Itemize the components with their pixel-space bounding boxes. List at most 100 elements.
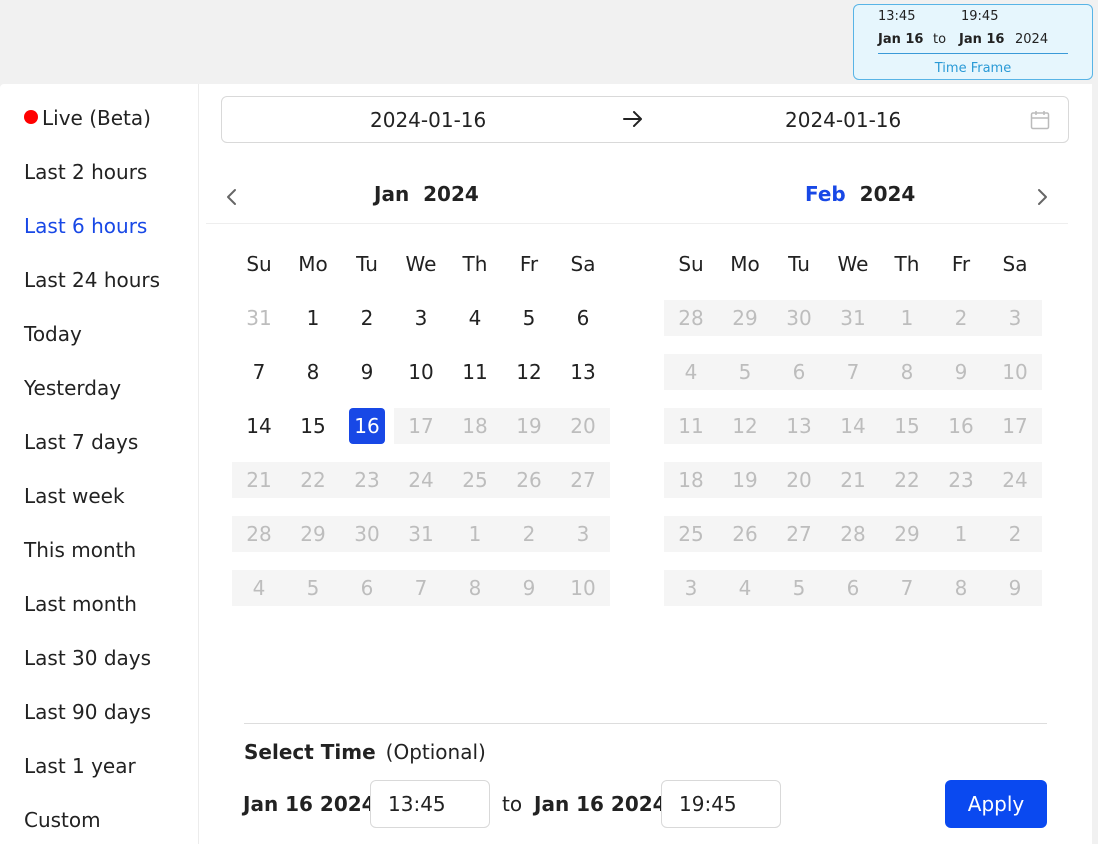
start-time-input[interactable]	[370, 780, 490, 828]
calendar-day[interactable]: 5	[502, 300, 556, 336]
chip-start-time: 13:45	[878, 9, 916, 24]
calendar-icon[interactable]	[1030, 110, 1050, 134]
calendar-day: 8	[880, 354, 934, 390]
calendar-day[interactable]: 11	[448, 354, 502, 390]
calendar-day[interactable]: 15	[286, 408, 340, 444]
weekday-header: Th	[462, 252, 488, 276]
calendar-day[interactable]: 3	[394, 300, 448, 336]
calendar-day: 20	[556, 408, 610, 444]
calendar-day: 6	[772, 354, 826, 390]
end-time-input[interactable]	[661, 780, 781, 828]
calendar-day: 18	[448, 408, 502, 444]
calendar-day: 23	[340, 462, 394, 498]
calendar-day[interactable]: 1	[286, 300, 340, 336]
select-time-title: Select Time	[244, 740, 376, 764]
apply-button[interactable]: Apply	[945, 780, 1047, 828]
range-end-date[interactable]: 2024-01-16	[785, 108, 901, 132]
sidebar-item-today[interactable]: Today	[24, 322, 82, 346]
sidebar-item-this-month[interactable]: This month	[24, 538, 136, 562]
left-month-name[interactable]: Jan	[374, 182, 409, 206]
calendar-day[interactable]: 12	[502, 354, 556, 390]
calendar-day: 7	[826, 354, 880, 390]
calendar-day[interactable]: 13	[556, 354, 610, 390]
calendar-day[interactable]: 10	[394, 354, 448, 390]
calendar-day: 6	[826, 570, 880, 606]
calendar-day: 18	[664, 462, 718, 498]
calendar-day: 29	[286, 516, 340, 552]
calendar-day[interactable]: 7	[232, 354, 286, 390]
calendar-day: 5	[286, 570, 340, 606]
calendar-day: 16	[934, 408, 988, 444]
sidebar-item-label: This month	[24, 538, 137, 562]
weekday-header: We	[837, 252, 869, 276]
weekday-header: Mo	[298, 252, 328, 276]
sidebar-item-label: Last month	[24, 592, 137, 616]
calendar-day: 3	[988, 300, 1042, 336]
right-month-year[interactable]: 2024	[860, 182, 916, 206]
calendar-day: 31	[826, 300, 880, 336]
calendar-day: 27	[772, 516, 826, 552]
sidebar-item-yesterday[interactable]: Yesterday	[24, 376, 121, 400]
sidebar-item-label: Live (Beta)	[42, 106, 151, 130]
calendar-day: 28	[826, 516, 880, 552]
weekday-header: Sa	[1002, 252, 1028, 276]
calendar-day[interactable]: 6	[556, 300, 610, 336]
calendar-day: 26	[718, 516, 772, 552]
date-range-field[interactable]: 2024-01-16 2024-01-16	[221, 96, 1069, 143]
sidebar-item-label: Last 90 days	[24, 700, 152, 724]
right-month-name[interactable]: Feb	[805, 182, 846, 206]
end-date-label: Jan 16 2024	[534, 792, 667, 816]
calendar-day: 3	[556, 516, 610, 552]
weekday-header: Mo	[730, 252, 760, 276]
calendar-day: 29	[718, 300, 772, 336]
calendar-day: 10	[988, 354, 1042, 390]
sidebar-item-last-week[interactable]: Last week	[24, 484, 125, 508]
timeframe-chip[interactable]: 13:45 19:45 Jan 16 to Jan 16 2024 Time F…	[853, 4, 1093, 80]
calendar-day: 15	[880, 408, 934, 444]
right-month-title: Feb 2024	[805, 182, 915, 206]
calendar-day: 12	[718, 408, 772, 444]
calendar-day: 27	[556, 462, 610, 498]
calendar-day[interactable]: 4	[448, 300, 502, 336]
sidebar-item-last-30-days[interactable]: Last 30 days	[24, 646, 151, 670]
weekday-header: Tu	[356, 252, 378, 276]
sidebar-item-custom[interactable]: Custom	[24, 808, 101, 832]
chip-start-date: Jan 16	[878, 32, 924, 47]
calendar-day: 9	[934, 354, 988, 390]
calendar-day: 14	[826, 408, 880, 444]
calendar-day[interactable]: 14	[232, 408, 286, 444]
time-to-label: to	[502, 792, 523, 816]
calendar-day: 26	[502, 462, 556, 498]
calendar-day[interactable]: 9	[340, 354, 394, 390]
weekday-header: Su	[678, 252, 704, 276]
range-start-date[interactable]: 2024-01-16	[370, 108, 486, 132]
sidebar-item-label: Yesterday	[24, 376, 122, 400]
sidebar-item-last-2-hours[interactable]: Last 2 hours	[24, 160, 147, 184]
calendar-day: 4	[232, 570, 286, 606]
chevron-left-icon[interactable]	[224, 186, 240, 212]
sidebar-item-last-6-hours[interactable]: Last 6 hours	[24, 214, 147, 238]
sidebar-item-last-24-hours[interactable]: Last 24 hours	[24, 268, 160, 292]
calendar-day[interactable]: 8	[286, 354, 340, 390]
sidebar-item-last-month[interactable]: Last month	[24, 592, 137, 616]
chip-label: Time Frame	[934, 61, 1012, 76]
calendar-day: 21	[826, 462, 880, 498]
chevron-right-icon[interactable]	[1034, 186, 1050, 212]
calendar-day[interactable]: 31	[232, 300, 286, 336]
time-section-divider	[244, 723, 1047, 724]
calendar-day: 22	[286, 462, 340, 498]
sidebar-item-label: Last 1 year	[24, 754, 136, 778]
calendar-day[interactable]: 2	[340, 300, 394, 336]
chip-end-date: Jan 16	[959, 32, 1005, 47]
sidebar-item-last-1-year[interactable]: Last 1 year	[24, 754, 136, 778]
sidebar-item-last-90-days[interactable]: Last 90 days	[24, 700, 151, 724]
sidebar-item-last-7-days[interactable]: Last 7 days	[24, 430, 138, 454]
calendar-day-selected[interactable]: 16	[340, 408, 394, 444]
left-month-year[interactable]: 2024	[423, 182, 479, 206]
sidebar-item-live-beta[interactable]: Live (Beta)	[24, 106, 151, 130]
calendar-day: 22	[880, 462, 934, 498]
calendar-day: 21	[232, 462, 286, 498]
calendar-day: 5	[718, 354, 772, 390]
arrow-right-icon	[622, 108, 644, 134]
weekday-header: We	[405, 252, 437, 276]
